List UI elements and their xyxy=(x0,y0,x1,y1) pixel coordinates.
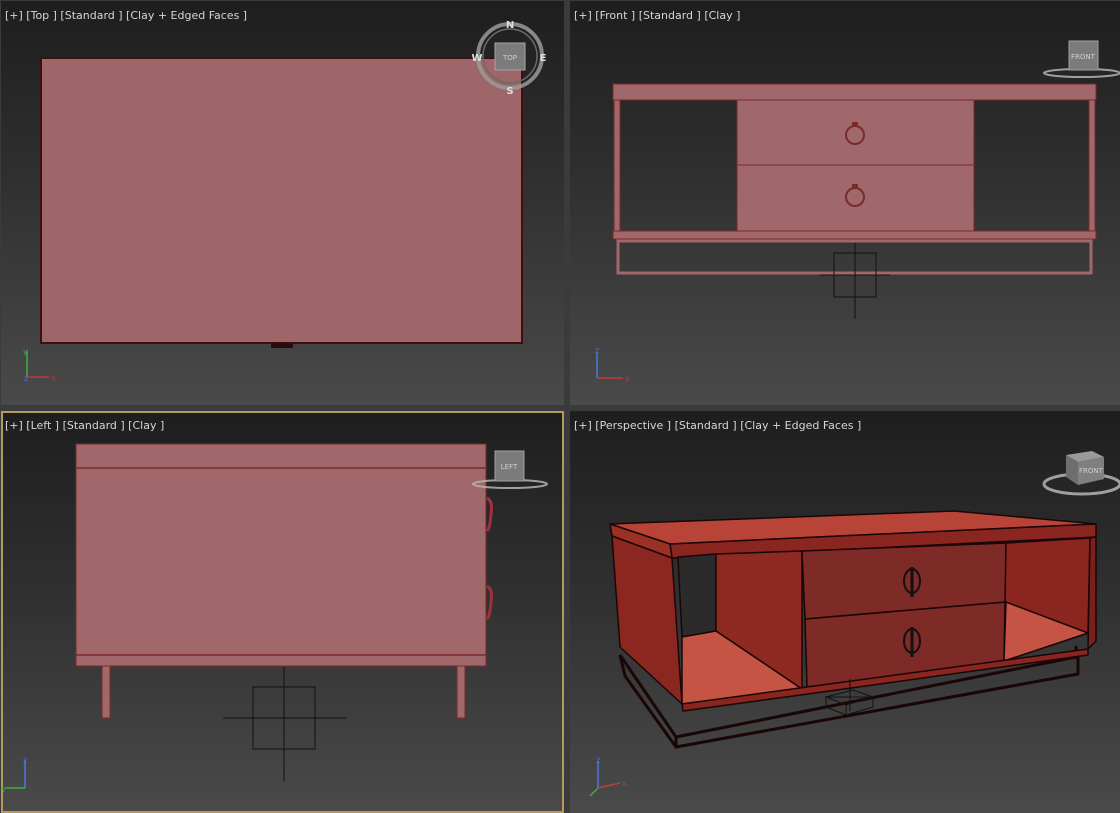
drawer-lower-front xyxy=(736,164,975,232)
axis-tripod-icon: z y xyxy=(1,756,27,794)
svg-text:z: z xyxy=(596,756,600,765)
tabletop-front xyxy=(612,83,1097,101)
drawer-upper-front xyxy=(736,99,975,166)
leg-left-side xyxy=(101,665,111,719)
viewcube-label-left: LEFT xyxy=(501,463,518,471)
svg-text:y: y xyxy=(1,785,6,794)
svg-text:z: z xyxy=(595,346,599,355)
svg-text:z: z xyxy=(23,756,27,765)
table-top-outline xyxy=(40,57,523,344)
viewport-top[interactable]: [+] [Top ] [Standard ] [Clay + Edged Fac… xyxy=(1,1,564,405)
drawer-handle-icon xyxy=(485,496,493,533)
right-panel-front xyxy=(1088,99,1096,232)
viewcube-perspective-icon[interactable]: FRONT xyxy=(1042,451,1120,496)
drawer-handle-icon xyxy=(485,584,493,621)
viewport-label-perspective[interactable]: [+] [Perspective ] [Standard ] [Clay + E… xyxy=(574,419,861,432)
front-scene: FRONT z x xyxy=(595,40,1120,383)
top-scene: TOP N S E W y z x xyxy=(23,20,547,383)
svg-text:x: x xyxy=(51,373,56,382)
side-body xyxy=(75,443,487,667)
viewport-perspective[interactable]: [+] [Perspective ] [Standard ] [Clay + E… xyxy=(570,411,1120,813)
left-side-panel xyxy=(611,535,683,705)
svg-text:x: x xyxy=(625,374,630,383)
axis-tripod-icon: y z x xyxy=(23,347,56,383)
svg-text:N: N xyxy=(506,20,514,31)
axis-tripod-icon: z x xyxy=(595,346,630,383)
svg-text:x: x xyxy=(622,779,627,788)
viewcube-label-front: FRONT xyxy=(1071,53,1096,61)
perspective-scene: FRONT z x xyxy=(589,451,1120,797)
viewcube-label-perspective: FRONT xyxy=(1079,467,1104,475)
axis-tripod-icon: z x xyxy=(589,756,627,797)
svg-text:E: E xyxy=(540,53,547,64)
pivot-marker xyxy=(271,343,293,348)
viewcube-front-icon[interactable]: FRONT xyxy=(1043,40,1120,78)
left-panel-front xyxy=(613,99,621,232)
gizmo-crosshair-icon xyxy=(820,243,890,319)
viewport-label-top[interactable]: [+] [Top ] [Standard ] [Clay + Edged Fac… xyxy=(5,9,247,22)
viewport-front[interactable]: [+] [Front ] [Standard ] [Clay ] FRONT z… xyxy=(570,1,1120,405)
svg-text:W: W xyxy=(471,53,482,64)
leg-right-side xyxy=(456,665,466,719)
viewport-label-front[interactable]: [+] [Front ] [Standard ] [Clay ] xyxy=(574,9,740,22)
svg-text:S: S xyxy=(506,86,513,97)
bottom-shelf-front xyxy=(612,230,1097,240)
viewport-left[interactable]: [+] [Left ] [Standard ] [Clay ] LEFT z y xyxy=(1,411,564,813)
viewport-label-left[interactable]: [+] [Left ] [Standard ] [Clay ] xyxy=(5,419,164,432)
right-side-panel xyxy=(1087,536,1097,650)
viewcube-label-top: TOP xyxy=(502,54,517,62)
gizmo-crosshair-icon xyxy=(223,667,347,781)
svg-text:y: y xyxy=(23,347,28,356)
svg-text:z: z xyxy=(24,374,28,383)
left-scene: LEFT z y xyxy=(1,443,548,794)
